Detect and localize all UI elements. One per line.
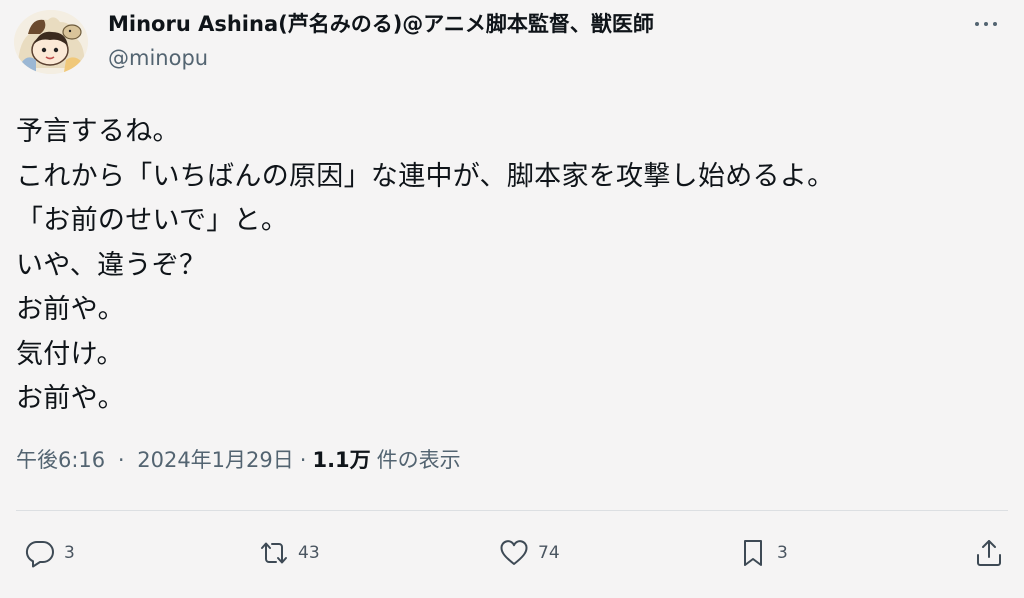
reply-button[interactable]: 3: [24, 530, 75, 576]
like-count: 74: [538, 543, 560, 563]
more-horizontal-icon: [975, 22, 979, 26]
heart-icon: [500, 540, 528, 565]
timestamp-link[interactable]: 午後6:16 · 2024年1月29日: [16, 445, 294, 475]
tweet-card: Minoru Ashina(芦名みのる)@アニメ脚本監督、獣医師 @minopu…: [0, 0, 1024, 598]
avatar-illustration-icon: [14, 10, 88, 74]
share-icon: [977, 540, 1001, 566]
divider: [16, 510, 1008, 511]
action-bar: 3 43 74 3: [0, 530, 1024, 576]
avatar[interactable]: [14, 10, 88, 74]
reply-icon: [25, 540, 54, 568]
tweet-meta: 午後6:16 · 2024年1月29日 · 1.1万 件の表示: [16, 445, 461, 475]
share-button[interactable]: [973, 530, 1005, 576]
user-handle[interactable]: @minopu: [108, 44, 654, 72]
bookmark-count: 3: [777, 543, 788, 563]
tweet-line: 「お前のせいで」と。: [16, 205, 289, 236]
tweet-line: これから「いちばんの原因」な連中が、脚本家を攻撃し始めるよ。: [16, 160, 835, 192]
bookmark-button[interactable]: 3: [737, 530, 788, 576]
tweet-line: いや、違うぞ？: [16, 249, 207, 281]
post-time: 午後6:16: [16, 448, 106, 472]
like-button[interactable]: 74: [498, 530, 560, 576]
more-dot: [993, 22, 997, 26]
views-count: 1.1万: [312, 448, 371, 472]
author-info: Minoru Ashina(芦名みのる)@アニメ脚本監督、獣医師 @minopu: [108, 10, 654, 72]
repost-count: 43: [298, 543, 320, 563]
separator: ·: [299, 448, 307, 472]
display-name[interactable]: Minoru Ashina(芦名みのる)@アニメ脚本監督、獣医師: [108, 10, 654, 38]
tweet-line: お前や。: [16, 294, 125, 325]
repost-icon: [261, 542, 287, 564]
tweet-line: 予言するね。: [16, 116, 180, 147]
post-date: 2024年1月29日: [137, 448, 294, 472]
reply-count: 3: [64, 543, 75, 563]
tweet-text: 予言するね。 これから「いちばんの原因」な連中が、脚本家を攻撃し始めるよ。 「お…: [16, 110, 834, 422]
bookmark-icon: [744, 540, 762, 566]
separator: ·: [117, 448, 125, 472]
views-label: 件の表示: [376, 448, 461, 472]
more-dot: [984, 22, 988, 26]
repost-button[interactable]: 43: [258, 530, 320, 576]
more-options-button[interactable]: [966, 10, 1006, 38]
tweet-line: お前や。: [16, 383, 125, 414]
tweet-line: 気付け。: [16, 338, 124, 370]
